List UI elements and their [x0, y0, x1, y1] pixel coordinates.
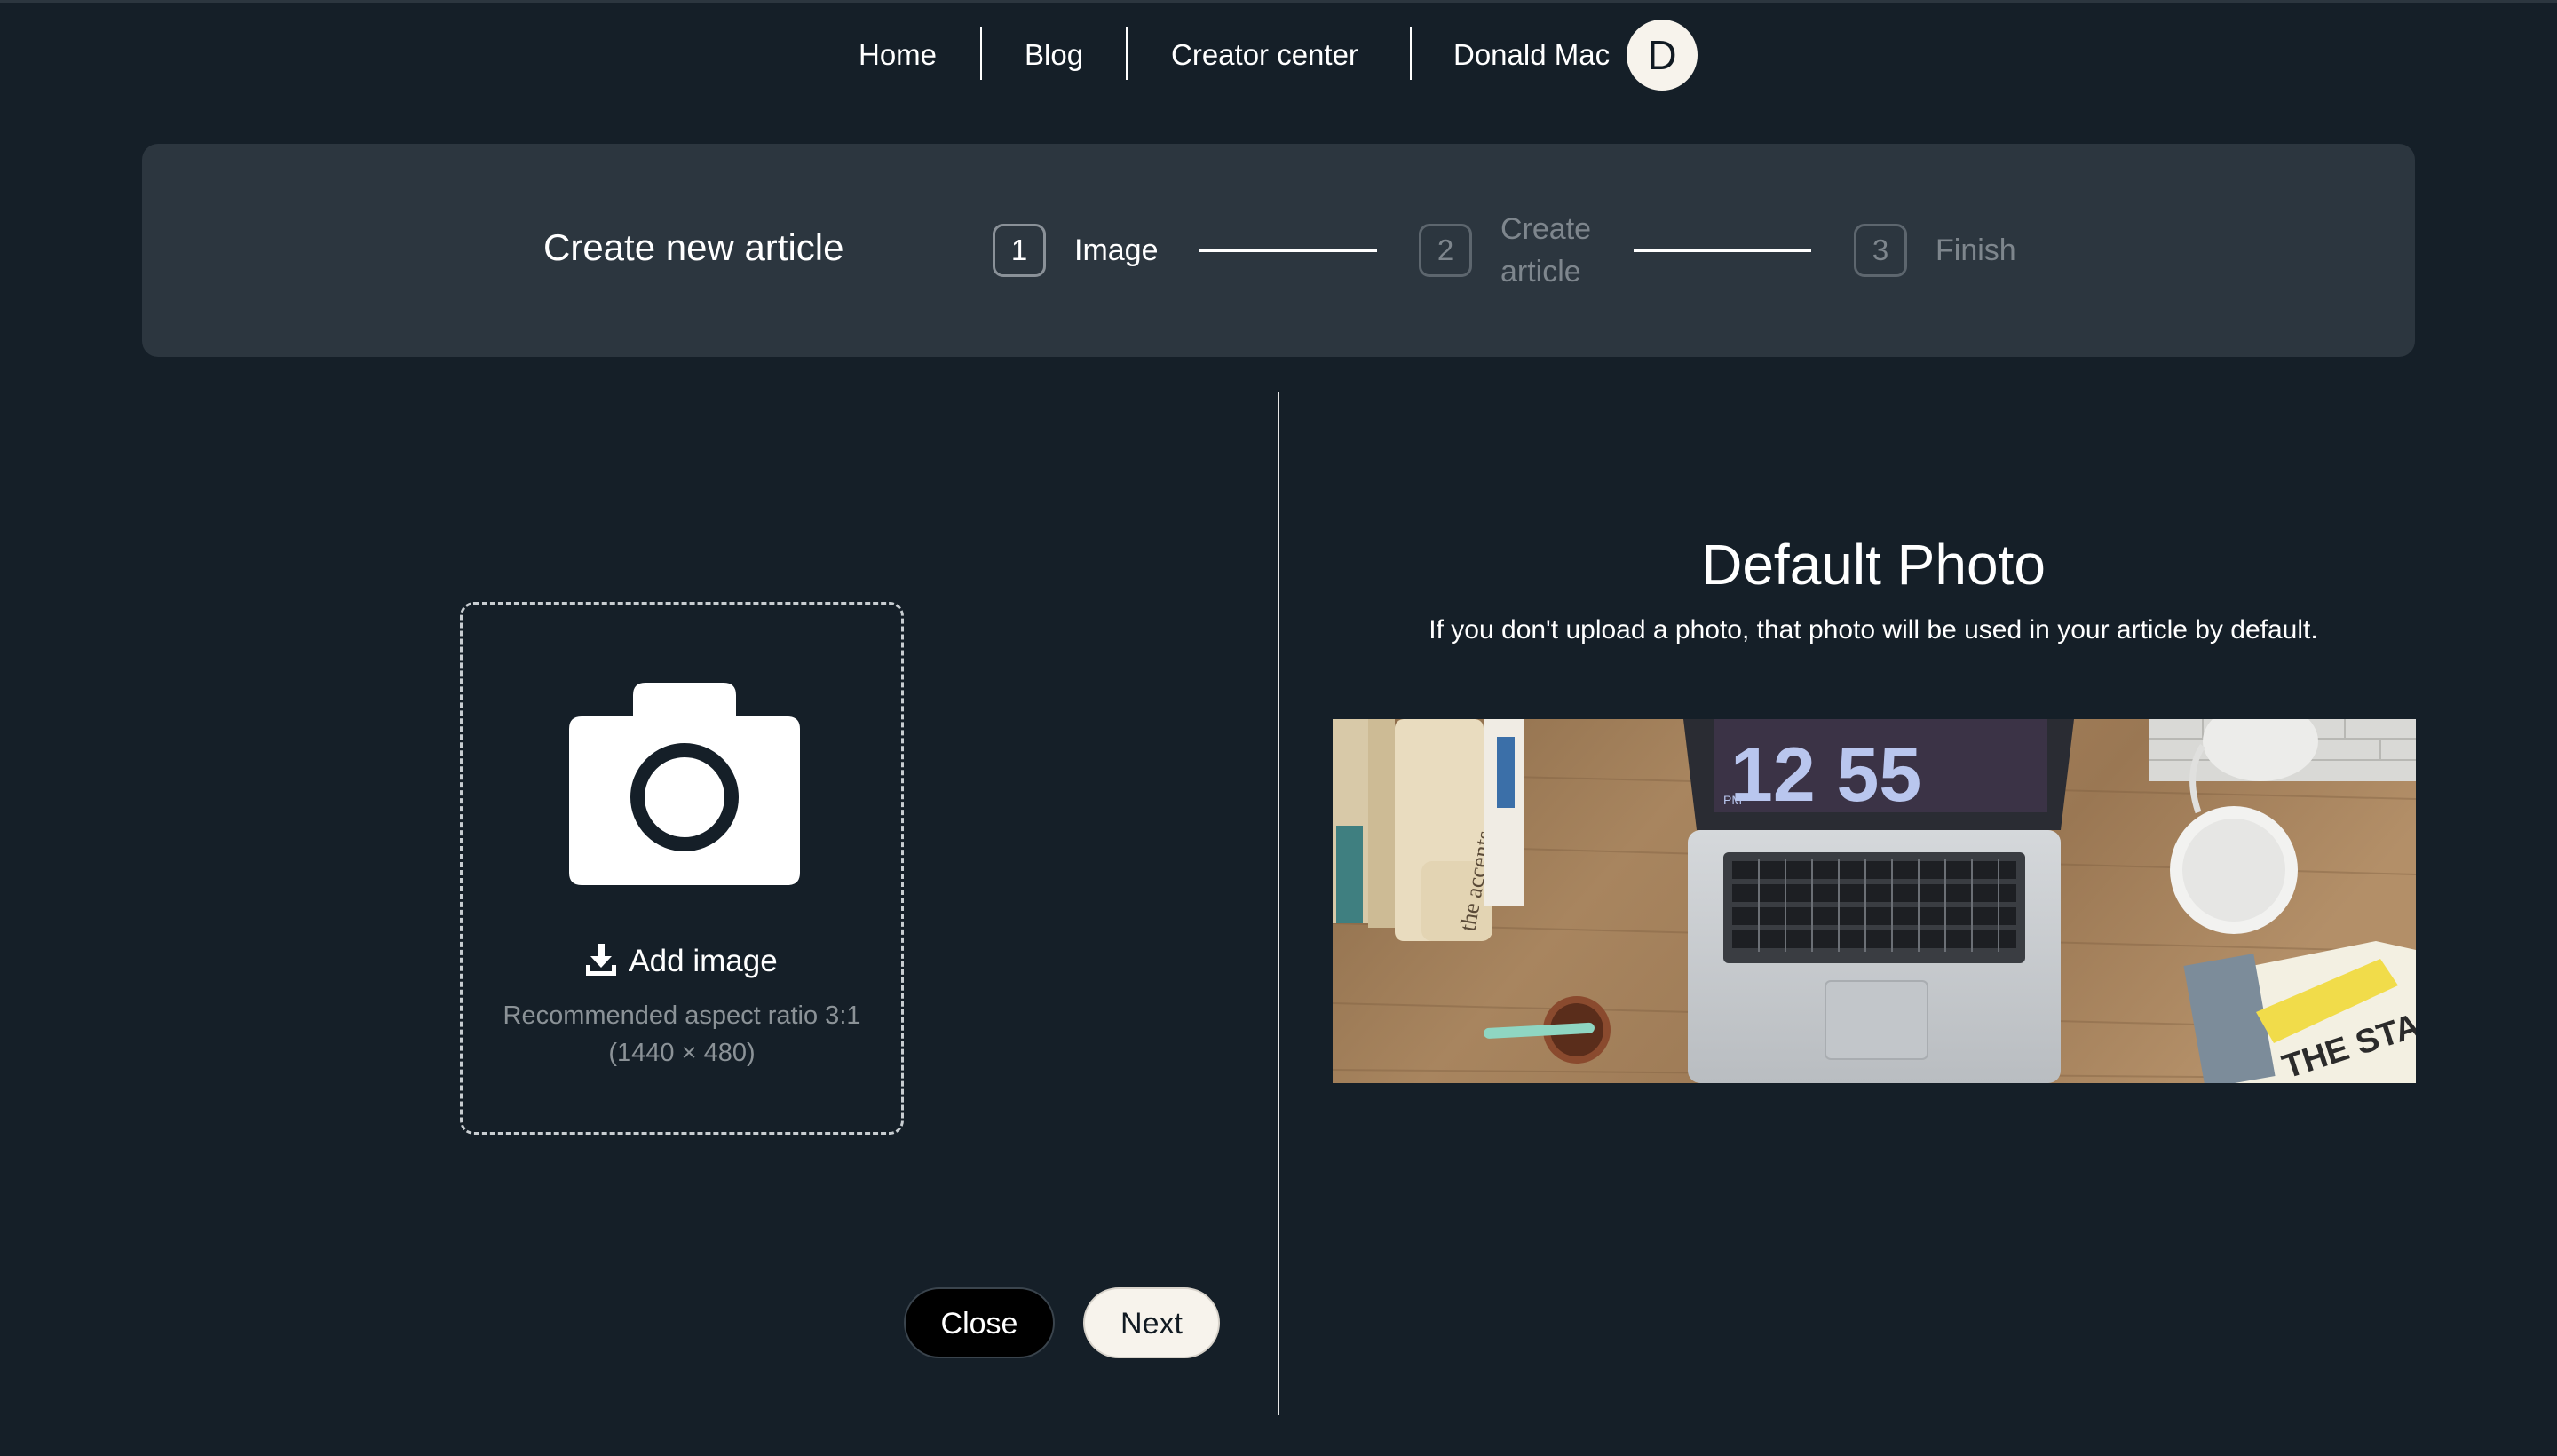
- image-upload-dropzone[interactable]: Add image Recommended aspect ratio 3:1 (…: [460, 602, 904, 1135]
- step-connector: [1634, 249, 1811, 252]
- default-photo-title: Default Photo: [1701, 533, 2046, 597]
- nav-link-blog[interactable]: Blog: [1025, 36, 1083, 75]
- camera-icon: [569, 683, 800, 885]
- laptop-screen-time: 12 55: [1730, 732, 1921, 818]
- step-2-number: 2: [1419, 224, 1472, 277]
- stepper-banner: Create new article 1 Image 2 Create arti…: [142, 144, 2415, 357]
- top-navigation: Home Blog Creator center Donald Mac D: [0, 0, 2557, 110]
- desk-laptop-illustration: the accents 12 55 PM THE STARTUP: [1333, 719, 2416, 1083]
- step-2-label-line1: Create: [1500, 212, 1592, 246]
- aspect-ratio-hint: Recommended aspect ratio 3:1 (1440 × 480…: [463, 997, 901, 1072]
- close-button[interactable]: Close: [904, 1287, 1055, 1358]
- next-button[interactable]: Next: [1083, 1287, 1220, 1358]
- top-border: [0, 0, 2557, 3]
- aspect-ratio-dimensions: (1440 × 480): [608, 1039, 756, 1067]
- page-title: Create new article: [543, 226, 844, 268]
- laptop-screen-ampm: PM: [1723, 793, 1742, 807]
- step-connector: [1199, 249, 1377, 252]
- avatar[interactable]: D: [1627, 20, 1698, 91]
- nav-separator: [1126, 27, 1128, 80]
- nav-separator: [980, 27, 982, 80]
- step-2-label-line2: article: [1500, 255, 1581, 289]
- aspect-ratio-line: Recommended aspect ratio 3:1: [503, 1001, 861, 1030]
- step-1-number: 1: [993, 224, 1046, 277]
- step-3-number: 3: [1854, 224, 1907, 277]
- user-name-link[interactable]: Donald Mac: [1453, 36, 1610, 75]
- default-photo-description: If you don't upload a photo, that photo …: [1429, 615, 2318, 645]
- default-photo-image: the accents 12 55 PM THE STARTUP: [1333, 719, 2416, 1083]
- panel-divider: [1278, 392, 1279, 1415]
- download-icon: [586, 943, 617, 976]
- step-1-label: Image: [1074, 233, 1159, 267]
- nav-link-home[interactable]: Home: [859, 36, 937, 75]
- step-3-label: Finish: [1936, 233, 2016, 267]
- add-image-row[interactable]: Add image: [463, 940, 901, 983]
- nav-separator: [1410, 27, 1412, 80]
- nav-link-creator-center[interactable]: Creator center: [1171, 36, 1358, 75]
- add-image-label: Add image: [629, 944, 778, 978]
